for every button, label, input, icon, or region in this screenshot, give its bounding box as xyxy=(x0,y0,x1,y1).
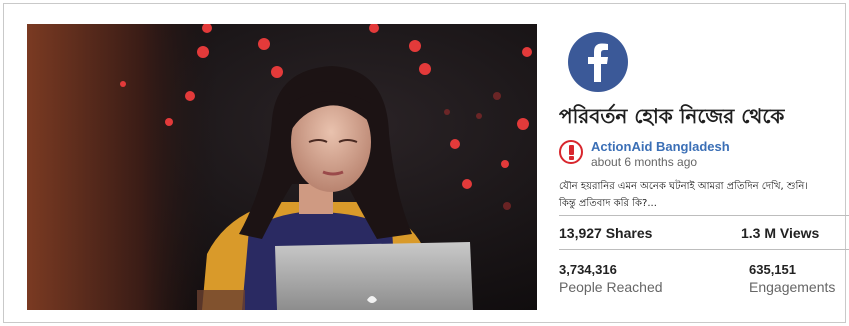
video-frame-illustration xyxy=(27,24,537,310)
description-line: যৌন হয়রানির এমন অনেক ঘটনাই আমরা প্রতিদি… xyxy=(559,181,808,192)
engagements-value: 635,151 xyxy=(749,262,796,277)
facebook-icon[interactable] xyxy=(568,32,628,92)
engagements-label: Engagements xyxy=(749,279,836,295)
people-reached-label: People Reached xyxy=(559,279,663,295)
author-row: ActionAid Bangladesh about 6 months ago xyxy=(559,137,849,171)
post-timestamp: about 6 months ago xyxy=(591,155,698,169)
divider xyxy=(559,249,849,250)
divider xyxy=(559,215,849,216)
post-description: যৌন হয়রানির এমন অনেক ঘটনাই আমরা প্রতিদি… xyxy=(559,178,849,212)
actionaid-logo-icon[interactable] xyxy=(559,140,583,164)
author-name-link[interactable]: ActionAid Bangladesh xyxy=(591,139,730,154)
views-count: 1.3 M Views xyxy=(741,225,820,241)
post-details-panel: পরিবর্তন হোক নিজের থেকে ActionAid Bangla… xyxy=(558,4,849,324)
description-line: কিন্তু প্রতিবাদ করি কি?... xyxy=(559,198,657,209)
people-reached-value: 3,734,316 xyxy=(559,262,617,277)
video-thumbnail[interactable] xyxy=(27,24,537,310)
social-post-card: পরিবর্তন হোক নিজের থেকে ActionAid Bangla… xyxy=(3,3,849,324)
post-title[interactable]: পরিবর্তন হোক নিজের থেকে xyxy=(559,102,849,130)
shares-count: 13,927 Shares xyxy=(559,225,653,241)
